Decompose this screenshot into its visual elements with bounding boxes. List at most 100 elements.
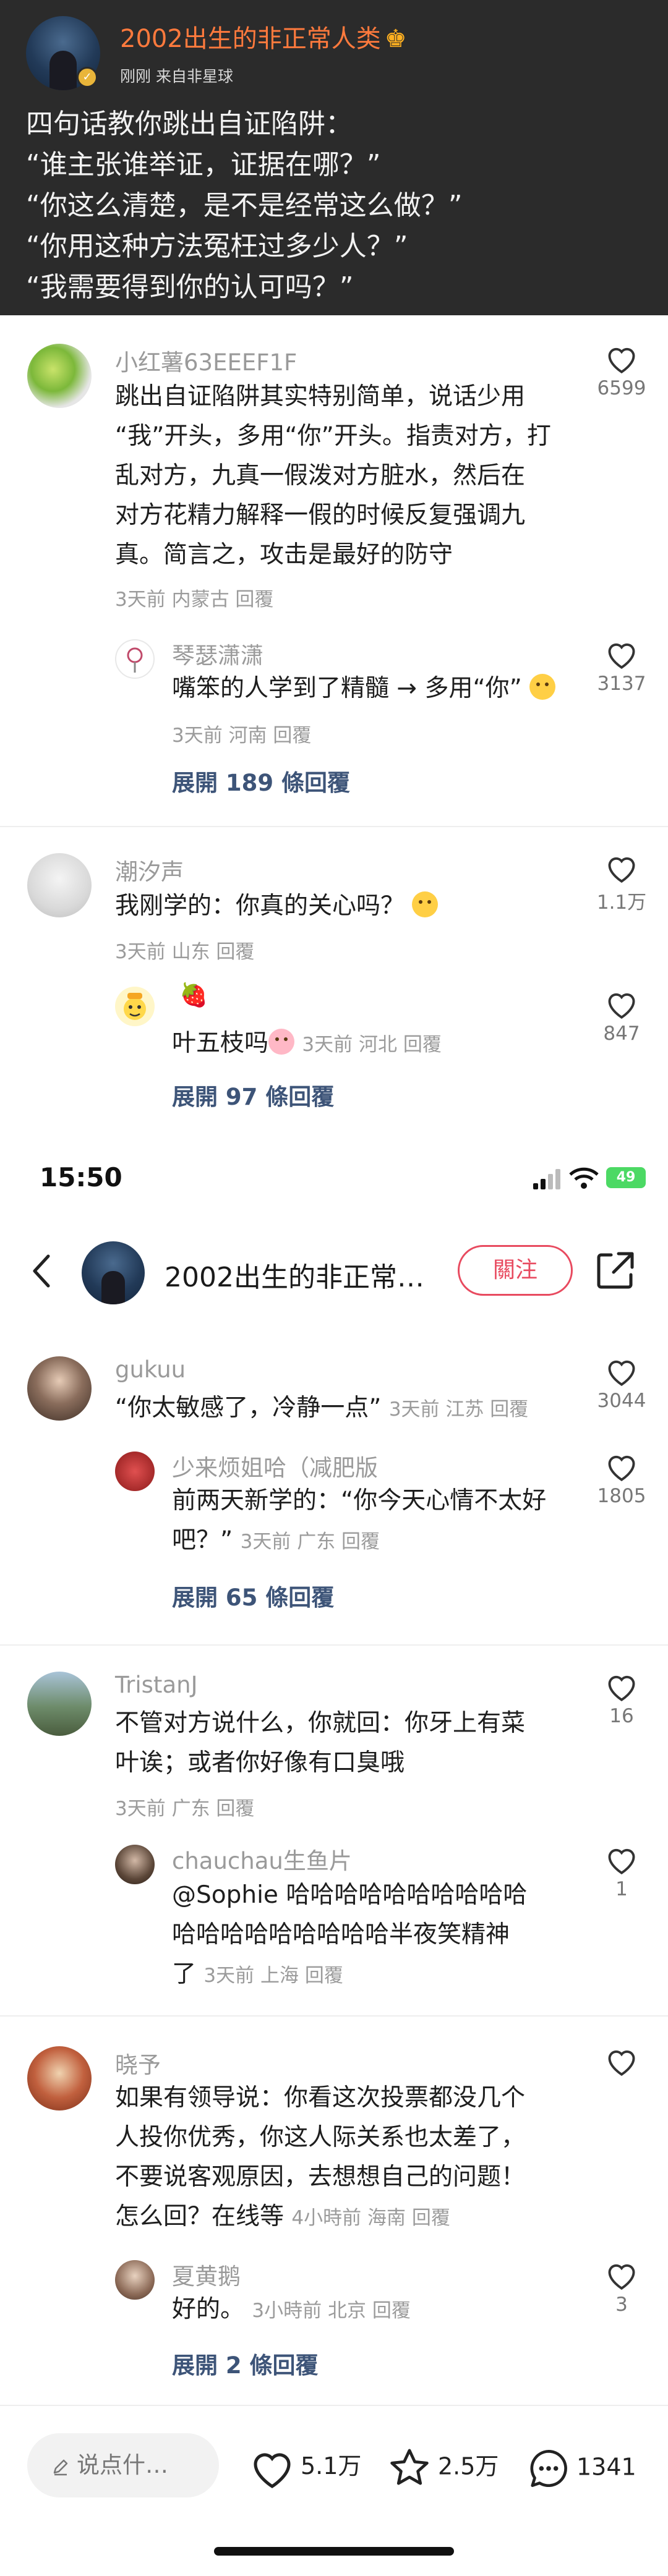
comment-text: 不管对方说什么，你就回：你牙上有菜 叶诶；或者你好像有口臭哦 [115,1704,525,1783]
nav-title[interactable]: 2002出生的非正常… [165,1255,424,1294]
avatar[interactable] [115,2260,155,2300]
post-line: “我需要得到你的认可吗？” [26,271,354,303]
like-count: 1 [615,1878,628,1900]
battery-icon: 49 [606,1167,646,1188]
avatar[interactable] [27,1672,92,1736]
comment-meta[interactable]: 3天前 江苏 回覆 [389,1398,528,1421]
like-count: 6599 [597,377,646,399]
cartoon-character-icon [124,993,146,1020]
comment-icon [530,2449,567,2488]
like-button[interactable]: 6599 [588,344,656,399]
expand-replies-button[interactable]: 展開 2 條回覆 [172,2347,319,2380]
expand-replies-button[interactable]: 展開 97 條回覆 [172,1078,334,1112]
reply-author[interactable]: 少来烦姐哈（减肥版 [172,1449,378,1482]
comment-line: “你太敏感了，冷静一点” [115,1394,382,1422]
verified-badge-icon: ✓ [77,67,98,88]
like-button[interactable]: 1805 [588,1452,656,1507]
crown-icon: ♚ [384,25,407,53]
like-count: 1805 [597,1485,646,1507]
avatar[interactable] [27,2046,92,2111]
avatar[interactable] [27,344,92,408]
comments-button[interactable]: 1341 [527,2447,636,2490]
post-author-name[interactable]: 2002出生的非正常人类 [120,25,381,53]
reply-line: 好的。 [172,2295,245,2323]
laugh-emoji-icon [529,674,556,700]
divider [0,826,668,827]
avatar[interactable] [115,1845,155,1884]
post-meta: 刚刚 来自非星球 [120,67,233,85]
like-count: 3 [615,2293,628,2316]
comment-line: 如果有领导说：你看这次投票都没几个 [115,2084,526,2112]
like-button[interactable]: 3137 [588,639,656,695]
avatar[interactable] [115,639,155,679]
heart-icon [608,347,635,373]
like-button[interactable]: 3044 [588,1356,656,1412]
reply-line: 叶五枝吗 [172,1029,269,1057]
like-count: 3137 [597,673,646,695]
reply-meta[interactable]: 3天前 上海 回覆 [203,1965,343,1987]
comment-author[interactable]: TristanJ [115,1672,197,1698]
favorite-count: 2.5万 [438,2452,499,2480]
heart-icon [608,2264,635,2290]
like-count: 16 [609,1705,634,1727]
reply-text: 叶五枝吗 3天前 河北 回覆 [172,1024,442,1065]
reply-author[interactable]: chauchau生鱼片 [172,1842,352,1876]
comment-author[interactable]: 潮汐声 [115,853,184,886]
like-button[interactable]: 1 [588,1845,656,1900]
like-button[interactable]: 3 [588,2260,656,2316]
bottom-bar: 说点什… 5.1万 2.5万 1341 [0,2405,668,2576]
reply-author[interactable]: 琴瑟潇潇 [172,637,263,670]
top-nav: 2002出生的非正常… 關注 [0,1234,668,1308]
avatar[interactable] [27,1356,92,1421]
like-button[interactable]: 847 [588,989,656,1045]
avatar[interactable] [115,1452,155,1491]
comment-author[interactable]: 小红薯63EEEF1F [115,344,297,377]
avatar[interactable] [27,853,92,917]
reply-meta[interactable]: 3天前 广东 回覆 [241,1531,380,1553]
comment-meta[interactable]: 3天前 山东 回覆 [115,936,254,964]
heart-icon [608,993,635,1019]
share-icon[interactable] [594,1249,637,1292]
like-post-button[interactable]: 5.1万 [250,2447,361,2488]
reply-author[interactable]: 夏黄鹅 [172,2258,241,2291]
nav-avatar[interactable] [82,1241,145,1304]
comment-author[interactable]: 晓予 [115,2046,161,2080]
comment-line: 跳出自证陷阱其实特别简单，说话少用 [115,383,526,410]
favorite-button[interactable]: 2.5万 [387,2447,499,2489]
avatar[interactable] [115,987,155,1026]
reply-meta[interactable]: 3天前 河南 回覆 [172,720,311,747]
like-button[interactable]: 1.1万 [588,853,656,914]
comment-meta[interactable]: 3天前 广东 回覆 [115,1793,254,1821]
post-body: 四句话教你跳出自证陷阱： “谁主张谁举证，证据在哪？” “你这么清楚，是不是经常… [26,104,644,308]
signal-icon [533,1169,560,1189]
wifi-icon [569,1167,599,1189]
comment-author[interactable]: gukuu [115,1356,186,1383]
comment-meta[interactable]: 4小時前 海南 回覆 [291,2207,450,2229]
comment-input[interactable]: 说点什… [27,2433,219,2497]
reply-meta[interactable]: 3天前 河北 回覆 [302,1034,441,1056]
comment-text: 跳出自证陷阱其实特别简单，说话少用 “我”开头，多用“你”开头。指责对方，打 乱… [115,377,551,575]
reply-text: 嘴笨的人学到了精髓 → 多用“你” [172,669,556,708]
comment-text: “你太敏感了，冷静一点” 3天前 江苏 回覆 [115,1388,528,1429]
comment-meta[interactable]: 3天前 内蒙古 回覆 [115,584,273,611]
home-indicator[interactable] [214,2547,454,2556]
heart-icon [608,1360,635,1386]
back-icon[interactable] [30,1252,54,1290]
expand-replies-button[interactable]: 展開 65 條回覆 [172,1579,334,1612]
comment-line: 乱对方，九真一假泼对方脏水，然后在 [115,462,526,490]
comment-line: 我刚学的：你真的关心吗？ [115,892,405,920]
like-button[interactable] [588,2046,656,2080]
status-icons: 49 [532,1165,649,1192]
heart-icon [608,643,635,669]
post-author[interactable]: 2002出生的非正常人类 ♚ [120,19,407,54]
post-line: “你用这种方法冤枉过多少人？” [26,231,408,262]
follow-button[interactable]: 關注 [458,1245,573,1296]
reply-line: @Sophie 哈哈哈哈哈哈哈哈哈哈 [172,1881,528,1909]
reply-meta[interactable]: 3小時前 北京 回覆 [252,2300,410,2322]
reply-line: 吧？” [172,1526,233,1554]
like-button[interactable]: 16 [588,1672,656,1727]
expand-replies-button[interactable]: 展開 189 條回覆 [172,764,350,797]
reply-author[interactable]: 🍓 [179,982,208,1009]
comment-line: 人投你优秀，你这人际关系也太差了， [115,2123,526,2151]
like-count: 3044 [597,1390,646,1412]
